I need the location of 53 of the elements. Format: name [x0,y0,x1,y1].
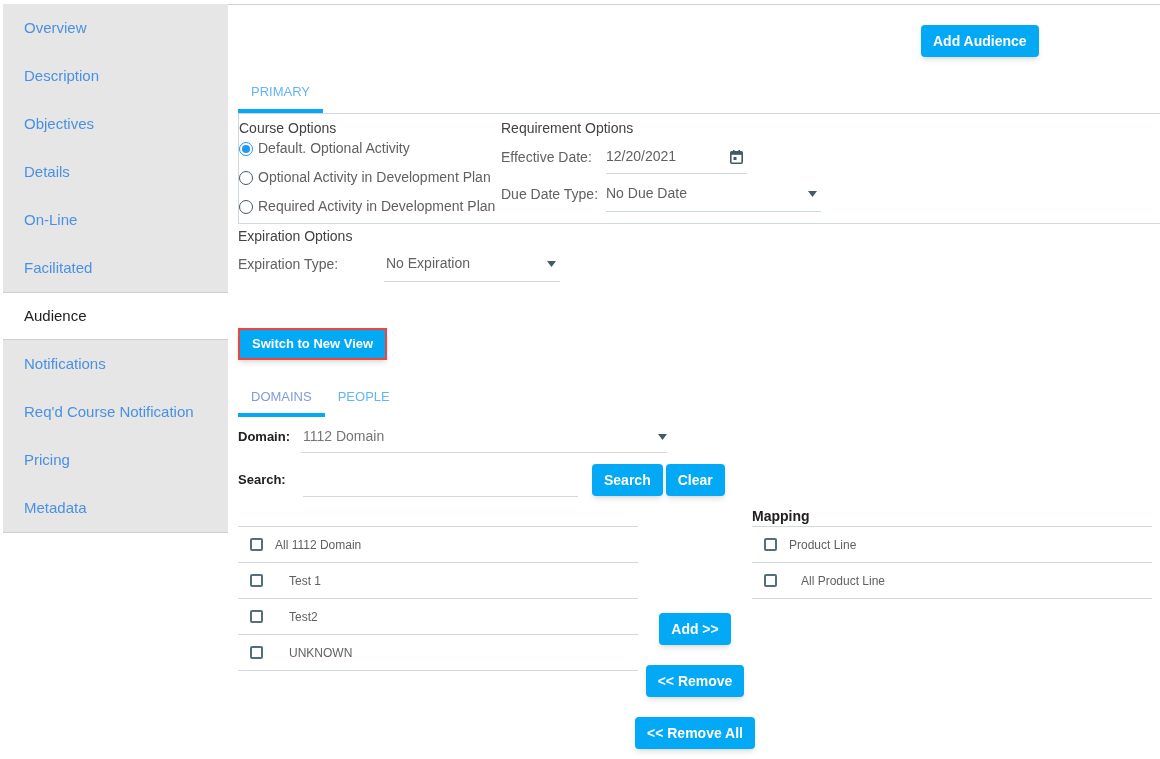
radio-label: Optional Activity in Development Plan [258,168,491,187]
field-label: Search: [238,471,287,490]
list-item-label[interactable]: All 1112 Domain [275,535,362,554]
section-title: Course Options [239,119,338,138]
list-title: Mapping [752,510,811,522]
sidebar-item[interactable]: Objectives [3,100,228,148]
field-label: Expiration Type: [238,254,340,274]
dropdown[interactable]: 1112 Domain [301,421,667,453]
field-label: Due Date Type: [501,184,600,204]
action-button[interactable]: Clear [665,464,725,496]
section-title: Requirement Options [501,119,635,138]
action-button[interactable]: Add >> [659,613,731,645]
dropdown[interactable]: No Expiration [384,246,560,282]
action-button[interactable]: Search [592,464,663,496]
list-item-label[interactable]: UNKNOWN [275,643,353,662]
action-button[interactable]: << Remove All [635,717,755,749]
list-item-label[interactable]: All Product Line [789,571,886,590]
sidebar-item[interactable]: Overview [3,4,228,52]
radio-label: Required Activity in Development Plan [258,197,496,216]
sidebar-item[interactable]: Facilitated [3,244,228,292]
checkbox[interactable] [250,538,263,551]
action-button[interactable]: Add Audience [921,25,1039,57]
switch-view-button[interactable]: Switch to New View [238,328,388,360]
checkbox[interactable] [250,610,263,623]
sidebar-item[interactable]: Details [3,148,228,196]
list-item-label[interactable]: Test2 [275,607,318,626]
sidebar-item[interactable]: Req'd Course Notification [3,388,228,436]
date-field[interactable]: 12/20/2021 [606,140,747,174]
sidebar-item[interactable]: Metadata [3,484,228,532]
field-label: Domain: [238,428,291,447]
dropdown[interactable]: No Due Date [606,176,821,212]
tab[interactable]: DOMAINS [238,381,325,417]
sidebar-item[interactable]: On-Line [3,196,228,244]
tab[interactable]: PRIMARY [238,75,323,113]
checkbox[interactable] [250,574,263,587]
sidebar-item[interactable]: Description [3,52,228,100]
field-label: Effective Date: [501,147,593,167]
caret-icon [658,433,667,440]
checkbox[interactable] [250,646,263,659]
checkbox[interactable] [764,574,777,587]
sidebar-item[interactable]: Notifications [3,340,228,388]
caret-icon [547,260,556,267]
section-title: Expiration Options [238,227,354,246]
calendar-icon [730,149,743,164]
list-item-label[interactable]: Test 1 [275,571,321,590]
sidebar-item[interactable]: Audience [3,292,228,340]
caret-icon [808,190,817,197]
list-item-label[interactable]: Product Line [789,535,857,554]
sidebar-item[interactable]: Pricing [3,436,228,484]
tab[interactable]: PEOPLE [324,381,403,417]
radio-label: Default. Optional Activity [258,139,410,158]
checkbox[interactable] [764,538,777,551]
action-button[interactable]: << Remove [645,665,745,697]
